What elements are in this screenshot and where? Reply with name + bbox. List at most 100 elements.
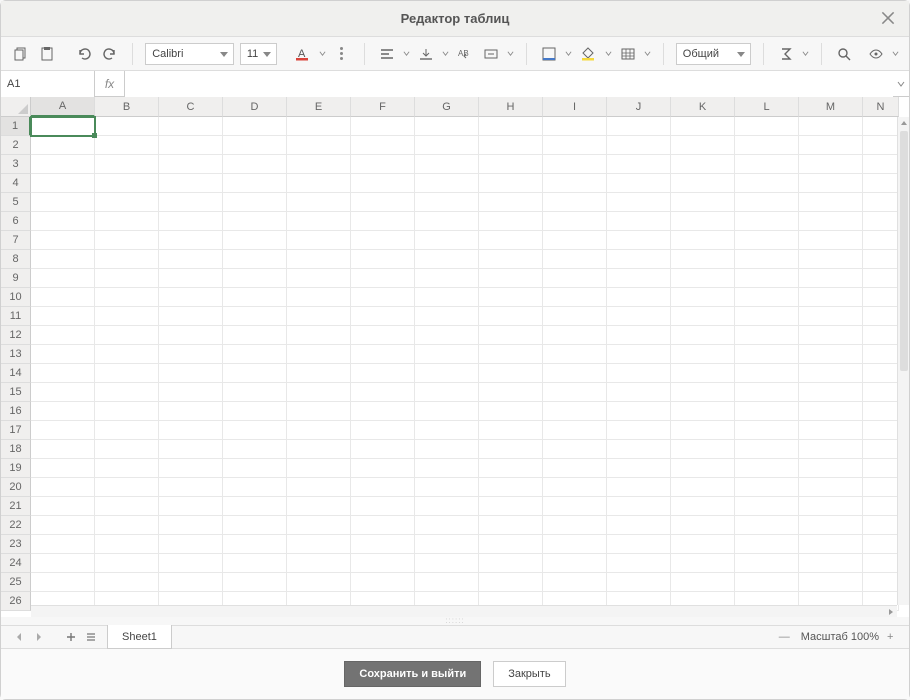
cell[interactable] xyxy=(799,269,863,288)
cell[interactable] xyxy=(159,231,223,250)
cell[interactable] xyxy=(735,288,799,307)
cell[interactable] xyxy=(351,231,415,250)
cell[interactable] xyxy=(799,345,863,364)
cell[interactable] xyxy=(863,383,899,402)
cell[interactable] xyxy=(607,421,671,440)
cell[interactable] xyxy=(799,231,863,250)
fx-icon[interactable]: fx xyxy=(95,71,125,97)
cell[interactable] xyxy=(607,364,671,383)
cell[interactable] xyxy=(223,383,287,402)
cell[interactable] xyxy=(415,440,479,459)
cell[interactable] xyxy=(863,459,899,478)
cell[interactable] xyxy=(31,136,95,155)
cell[interactable] xyxy=(351,535,415,554)
cell[interactable] xyxy=(351,174,415,193)
cell[interactable] xyxy=(863,193,899,212)
cell[interactable] xyxy=(735,478,799,497)
cell[interactable] xyxy=(31,345,95,364)
cell[interactable] xyxy=(479,364,543,383)
cell[interactable] xyxy=(351,516,415,535)
cell[interactable] xyxy=(415,459,479,478)
cell[interactable] xyxy=(95,364,159,383)
cell[interactable] xyxy=(735,193,799,212)
cell[interactable] xyxy=(543,535,607,554)
cell[interactable] xyxy=(479,516,543,535)
align-h-dropdown-icon[interactable] xyxy=(403,50,410,57)
cell[interactable] xyxy=(31,535,95,554)
cell[interactable] xyxy=(159,364,223,383)
more-font-icon[interactable] xyxy=(332,43,352,65)
row-header[interactable]: 5 xyxy=(1,193,31,212)
cell[interactable] xyxy=(415,212,479,231)
cell[interactable] xyxy=(223,535,287,554)
cell[interactable] xyxy=(159,307,223,326)
column-header[interactable]: L xyxy=(735,97,799,117)
cell[interactable] xyxy=(415,326,479,345)
cell[interactable] xyxy=(159,117,223,136)
cell[interactable] xyxy=(479,117,543,136)
row-header[interactable]: 12 xyxy=(1,326,31,345)
cell[interactable] xyxy=(735,573,799,592)
cell[interactable] xyxy=(671,250,735,269)
cell[interactable] xyxy=(287,421,351,440)
cell[interactable] xyxy=(95,459,159,478)
cell[interactable] xyxy=(415,421,479,440)
cell[interactable] xyxy=(351,421,415,440)
cell[interactable] xyxy=(415,155,479,174)
tab-prev-icon[interactable] xyxy=(11,632,27,642)
cell[interactable] xyxy=(671,136,735,155)
cell[interactable] xyxy=(223,307,287,326)
cell[interactable] xyxy=(95,516,159,535)
cell[interactable] xyxy=(223,326,287,345)
cell[interactable] xyxy=(543,117,607,136)
cell[interactable] xyxy=(735,440,799,459)
cell[interactable] xyxy=(351,345,415,364)
cell[interactable] xyxy=(351,402,415,421)
cell[interactable] xyxy=(351,440,415,459)
cell[interactable] xyxy=(415,535,479,554)
cell[interactable] xyxy=(671,478,735,497)
column-header[interactable]: B xyxy=(95,97,159,117)
cell[interactable] xyxy=(863,174,899,193)
cell[interactable] xyxy=(287,345,351,364)
redo-icon[interactable] xyxy=(100,43,120,65)
cell[interactable] xyxy=(351,193,415,212)
cell[interactable] xyxy=(735,402,799,421)
align-v-icon[interactable] xyxy=(416,43,436,65)
cell[interactable] xyxy=(671,459,735,478)
cell[interactable] xyxy=(735,136,799,155)
borders-dropdown-icon[interactable] xyxy=(565,50,572,57)
cell[interactable] xyxy=(799,459,863,478)
cell[interactable] xyxy=(415,383,479,402)
cell[interactable] xyxy=(799,554,863,573)
cell[interactable] xyxy=(31,573,95,592)
cell[interactable] xyxy=(479,421,543,440)
row-header[interactable]: 26 xyxy=(1,592,31,611)
cell[interactable] xyxy=(479,288,543,307)
cell[interactable] xyxy=(287,117,351,136)
cell[interactable] xyxy=(95,535,159,554)
cell[interactable] xyxy=(287,307,351,326)
row-header[interactable]: 23 xyxy=(1,535,31,554)
row-header[interactable]: 18 xyxy=(1,440,31,459)
table-dropdown-icon[interactable] xyxy=(644,50,651,57)
cell[interactable] xyxy=(479,535,543,554)
cell[interactable] xyxy=(671,326,735,345)
cell[interactable] xyxy=(543,307,607,326)
select-all-corner[interactable] xyxy=(1,97,31,117)
cell[interactable] xyxy=(479,212,543,231)
cell[interactable] xyxy=(863,136,899,155)
cell[interactable] xyxy=(671,212,735,231)
cell[interactable] xyxy=(863,573,899,592)
cell[interactable] xyxy=(287,250,351,269)
cell[interactable] xyxy=(863,421,899,440)
cell[interactable] xyxy=(159,288,223,307)
font-color-icon[interactable]: A xyxy=(292,43,312,65)
cell[interactable] xyxy=(671,364,735,383)
cell[interactable] xyxy=(479,554,543,573)
cell[interactable] xyxy=(351,459,415,478)
cell[interactable] xyxy=(95,345,159,364)
cell[interactable] xyxy=(799,250,863,269)
row-header[interactable]: 21 xyxy=(1,497,31,516)
cell[interactable] xyxy=(543,554,607,573)
